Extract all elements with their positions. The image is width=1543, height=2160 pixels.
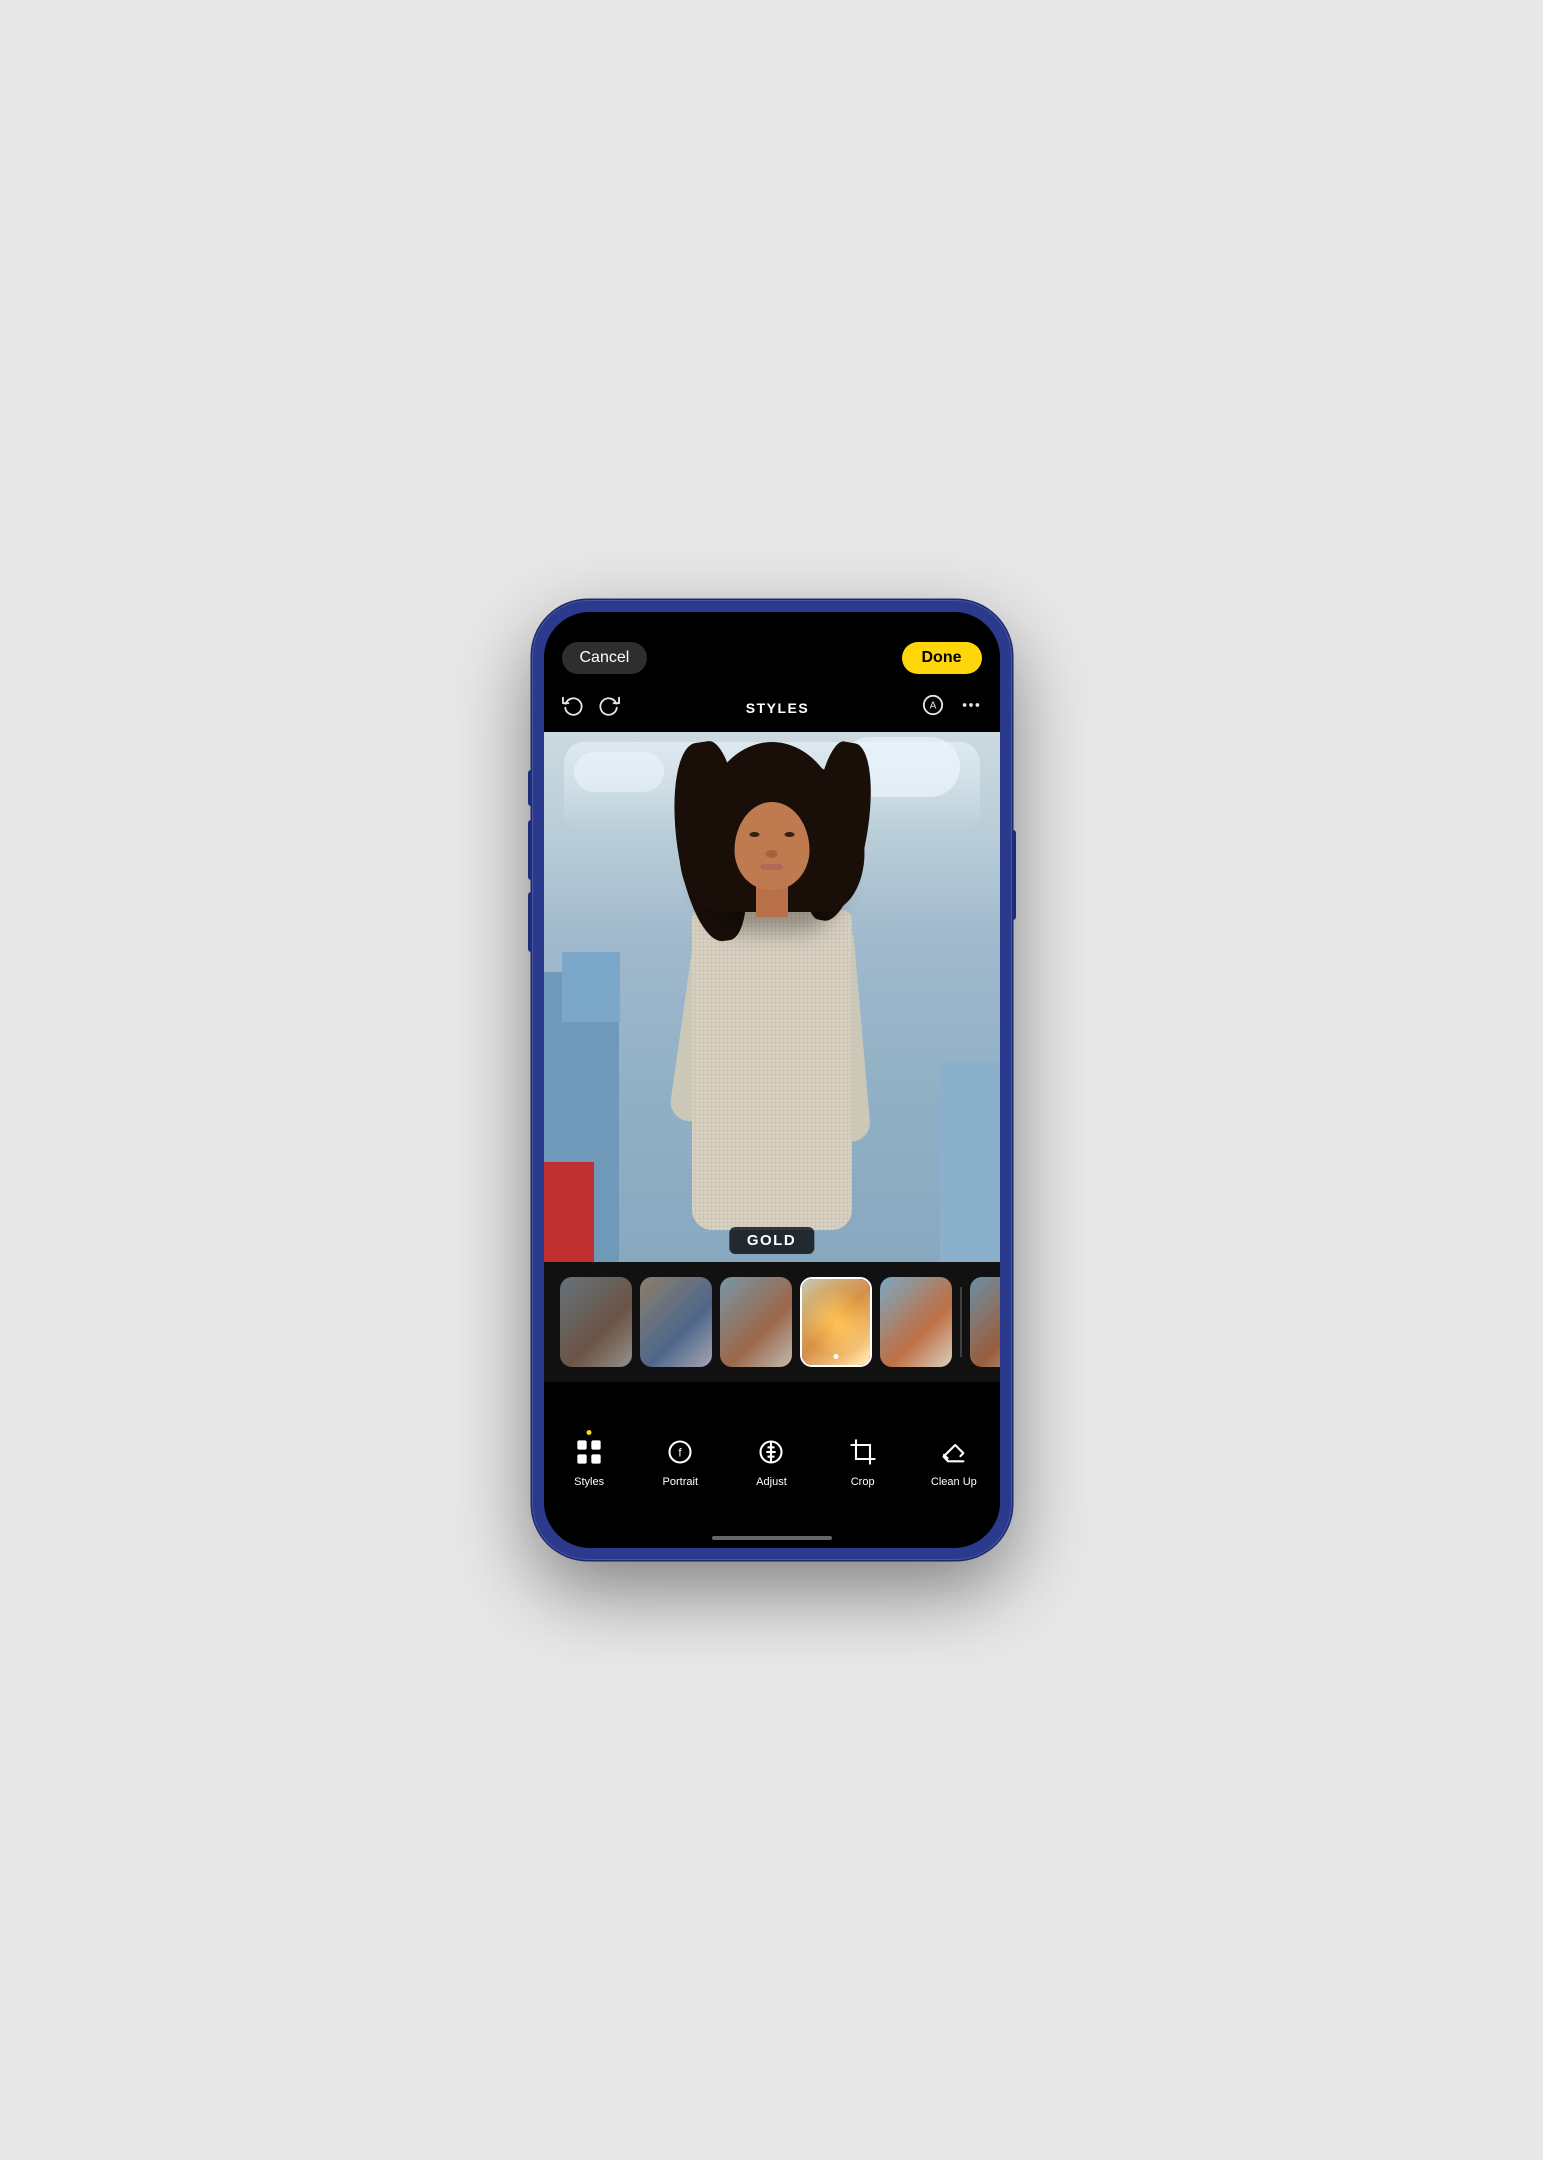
person-face <box>734 802 809 890</box>
filter-strip <box>544 1262 1000 1382</box>
phone-screen: Cancel Done <box>544 612 1000 1548</box>
adjust-icon <box>757 1438 785 1470</box>
dynamic-island <box>712 626 832 660</box>
more-options-button[interactable] <box>960 694 982 722</box>
toolbar-row: STYLES A <box>544 684 1000 732</box>
tool-crop[interactable]: Crop <box>828 1438 898 1488</box>
home-indicator <box>712 1536 832 1540</box>
portrait-icon: f <box>666 1438 694 1470</box>
portrait-label: Portrait <box>663 1476 698 1488</box>
tool-cleanup[interactable]: Clean Up <box>919 1438 989 1488</box>
red-accent <box>544 1162 594 1262</box>
svg-text:A: A <box>929 701 936 712</box>
volume-down-button[interactable] <box>528 892 532 952</box>
toolbar-title: STYLES <box>634 700 922 716</box>
tool-portrait[interactable]: f Portrait <box>645 1438 715 1488</box>
power-button[interactable] <box>1012 830 1016 920</box>
phone-mockup: Cancel Done <box>532 600 1012 1560</box>
styles-icon <box>575 1438 603 1470</box>
bottom-toolbar: Styles f Portrait <box>544 1420 1000 1520</box>
volume-up-button[interactable] <box>528 820 532 880</box>
svg-text:f: f <box>679 1447 683 1460</box>
cleanup-label: Clean Up <box>931 1476 977 1488</box>
photo-area: GOLD <box>544 732 1000 1262</box>
mute-button[interactable] <box>528 770 532 806</box>
toolbar-right-icons: A <box>922 694 982 722</box>
filter-separator <box>960 1287 962 1357</box>
auto-enhance-button[interactable]: A <box>922 694 944 722</box>
done-button[interactable]: Done <box>902 642 982 674</box>
filter-thumb-5[interactable] <box>880 1277 952 1367</box>
crop-label: Crop <box>851 1476 875 1488</box>
crop-icon <box>849 1438 877 1470</box>
filter-thumb-3[interactable] <box>720 1277 792 1367</box>
tool-styles[interactable]: Styles <box>554 1438 624 1488</box>
tool-adjust[interactable]: Adjust <box>736 1438 806 1488</box>
phone-body: Cancel Done <box>532 600 1012 1560</box>
filter-thumb-1[interactable] <box>560 1277 632 1367</box>
filter-name-label: GOLD <box>729 1227 814 1254</box>
cleanup-icon <box>940 1438 968 1470</box>
filter-thumb-6[interactable] <box>970 1277 1000 1367</box>
undo-button[interactable] <box>562 694 584 722</box>
person-body <box>692 910 852 1230</box>
filter-thumb-4-gold[interactable] <box>800 1277 872 1367</box>
redo-button[interactable] <box>598 694 620 722</box>
cancel-button[interactable]: Cancel <box>562 642 648 674</box>
styles-active-indicator <box>587 1430 592 1435</box>
styles-label: Styles <box>574 1476 604 1488</box>
filter-thumb-2[interactable] <box>640 1277 712 1367</box>
adjust-label: Adjust <box>756 1476 787 1488</box>
active-filter-dot <box>833 1354 838 1359</box>
